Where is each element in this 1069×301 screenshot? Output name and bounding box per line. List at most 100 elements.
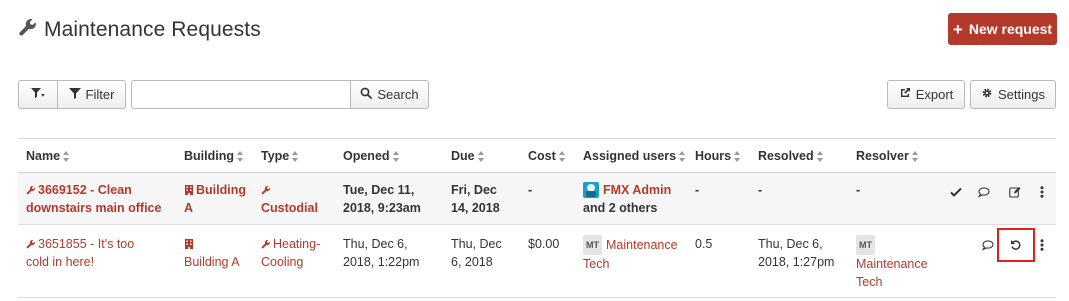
building-icon	[184, 237, 196, 251]
due-date: Thu, Dec 6, 2018	[451, 235, 521, 271]
more-options-icon[interactable]	[1034, 237, 1050, 253]
assigned-user-link[interactable]: Tech	[583, 257, 609, 271]
sort-icon	[392, 150, 400, 162]
sort-icon	[558, 150, 566, 162]
filter-dropdown-icon	[31, 87, 45, 102]
reopen-icon[interactable]	[1008, 237, 1024, 253]
request-name-link[interactable]: 3669152 - Clean downstairs main office	[26, 181, 176, 217]
filter-dropdown-button[interactable]	[18, 80, 58, 109]
user-initials-badge: MT	[856, 235, 875, 255]
wrench-icon	[26, 183, 38, 197]
sort-icon	[63, 150, 70, 162]
new-request-button[interactable]: + New request	[948, 13, 1057, 45]
edit-icon[interactable]	[1007, 184, 1023, 200]
sort-icon	[816, 150, 824, 162]
opened-line: Thu, Dec 6,	[343, 237, 408, 251]
column-header-label: Resolved	[758, 149, 814, 163]
page-title-text: Maintenance Requests	[44, 18, 261, 41]
column-header-cost[interactable]: Cost	[528, 149, 566, 163]
hours-value: -	[695, 183, 700, 197]
building-link[interactable]: Building A	[184, 181, 254, 217]
column-header-label: Opened	[343, 149, 390, 163]
column-header-assigned-users[interactable]: Assigned users	[583, 149, 686, 163]
table-row[interactable]: 3669152 - Clean downstairs main office B…	[18, 173, 1056, 225]
resolver-value: -	[856, 183, 861, 197]
request-name-line: downstairs main office	[26, 201, 162, 215]
more-options-icon[interactable]	[1034, 184, 1050, 200]
due-line: Thu, Dec	[451, 237, 502, 251]
comment-icon[interactable]	[980, 237, 996, 253]
column-header-label: Type	[261, 149, 290, 163]
building-name: Building A	[184, 255, 240, 269]
export-button[interactable]: Export	[887, 80, 965, 109]
wrench-icon	[261, 237, 273, 251]
resolved-value: -	[758, 183, 763, 197]
filter-button[interactable]: Filter	[57, 80, 126, 109]
search-label: Search	[377, 87, 419, 102]
opened-line: 2018, 9:23am	[343, 201, 421, 215]
due-line: 14, 2018	[451, 201, 500, 215]
type-name: Custodial	[261, 201, 318, 215]
assigned-users[interactable]: FMX Admin and 2 others	[583, 181, 693, 217]
resolved-line: Thu, Dec 6,	[758, 237, 823, 251]
column-header-name[interactable]: Name	[26, 149, 70, 163]
sort-icon	[911, 150, 919, 162]
search-input[interactable]	[131, 80, 351, 109]
assigned-users[interactable]: MT Maintenance Tech	[583, 235, 693, 273]
sort-icon	[679, 150, 686, 162]
resolver-link[interactable]: Maintenance	[856, 257, 928, 271]
column-header-due[interactable]: Due	[451, 149, 485, 163]
column-header-label: Building	[184, 149, 234, 163]
plus-icon: +	[952, 19, 963, 39]
building-name: A	[184, 201, 194, 215]
wrench-icon	[18, 17, 38, 43]
column-header-building[interactable]: Building	[184, 149, 244, 163]
request-name-link[interactable]: 3651855 - It's too cold in here!	[26, 235, 176, 271]
assigned-user-link[interactable]: Maintenance	[606, 238, 678, 252]
search-button[interactable]: Search	[350, 80, 429, 109]
table-header: Name Building Type Opened Due Cost Assig…	[18, 138, 1056, 173]
column-header-label: Cost	[528, 149, 556, 163]
column-header-label: Due	[451, 149, 475, 163]
type-name: Heating-	[273, 237, 321, 251]
assigned-others: and 2 others	[583, 201, 658, 215]
toolbar: Filter Search Export Settings	[0, 80, 1069, 110]
sort-icon	[292, 150, 299, 162]
type-link[interactable]: Custodial	[261, 181, 336, 217]
due-line: 6, 2018	[451, 255, 493, 269]
sort-icon	[734, 150, 741, 162]
column-header-hours[interactable]: Hours	[695, 149, 741, 163]
column-header-resolved[interactable]: Resolved	[758, 149, 824, 163]
request-name-line: 3669152 - Clean	[38, 183, 132, 197]
check-icon[interactable]	[948, 184, 964, 200]
type-name: Cooling	[261, 255, 304, 269]
filter-icon	[68, 87, 81, 102]
resolver-link[interactable]: Tech	[856, 275, 882, 289]
building-icon	[184, 183, 196, 197]
request-name-line: 3651855 - It's too	[38, 237, 135, 251]
resolver-value[interactable]: MT Maintenance Tech	[856, 235, 946, 291]
comment-icon[interactable]	[976, 184, 992, 200]
opened-date: Tue, Dec 11, 2018, 9:23am	[343, 181, 448, 217]
cost-value: -	[528, 183, 533, 197]
user-initials-badge: MT	[583, 235, 602, 255]
opened-date: Thu, Dec 6, 2018, 1:22pm	[343, 235, 448, 271]
hours-value: 0.5	[695, 237, 713, 251]
export-icon	[899, 87, 911, 102]
column-header-opened[interactable]: Opened	[343, 149, 400, 163]
settings-button[interactable]: Settings	[970, 80, 1056, 109]
table-row[interactable]: 3651855 - It's too cold in here! Buildin…	[18, 225, 1056, 298]
assigned-user-link[interactable]: FMX Admin	[603, 183, 671, 197]
sort-icon	[237, 150, 244, 162]
new-request-label: New request	[968, 21, 1053, 37]
column-header-resolver[interactable]: Resolver	[856, 149, 919, 163]
column-header-type[interactable]: Type	[261, 149, 299, 163]
cost-value: $0.00	[528, 237, 560, 251]
page-title: Maintenance Requests	[18, 17, 261, 43]
type-link[interactable]: Heating- Cooling	[261, 235, 336, 271]
export-label: Export	[915, 87, 954, 102]
building-link[interactable]: Building A	[184, 235, 259, 271]
opened-line: 2018, 1:22pm	[343, 255, 420, 269]
settings-label: Settings	[998, 87, 1045, 102]
column-header-label: Resolver	[856, 149, 909, 163]
